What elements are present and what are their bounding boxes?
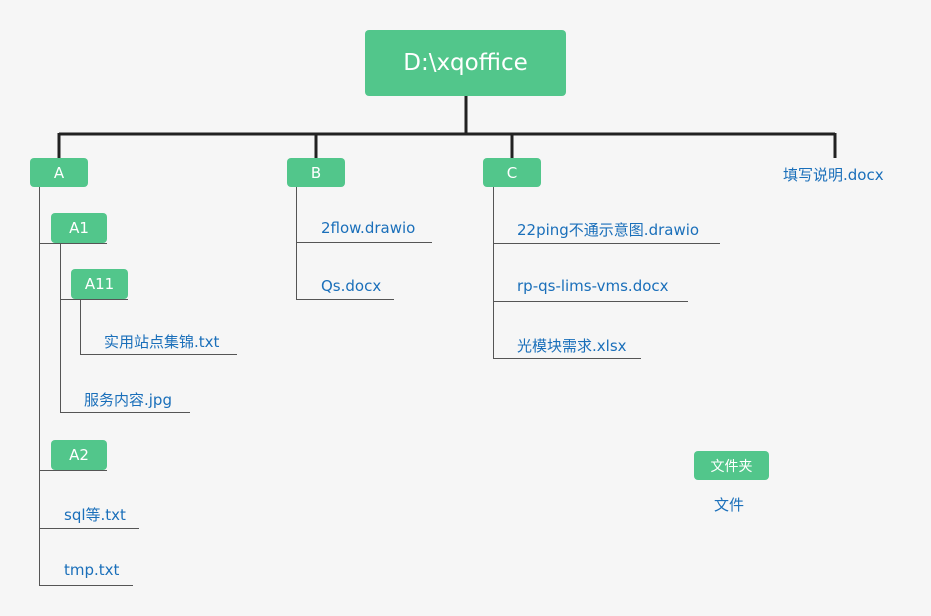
folder-node-b[interactable]: B xyxy=(287,158,345,187)
file-a2-tmp-txt[interactable]: tmp.txt xyxy=(64,561,119,579)
legend-folder-label: 文件夹 xyxy=(710,458,753,475)
folder-label-a: A xyxy=(53,163,65,182)
file-readme-docx[interactable]: 填写说明.docx xyxy=(783,164,884,185)
file-b-qs-docx[interactable]: Qs.docx xyxy=(321,277,381,295)
folder-label-a11: A11 xyxy=(84,275,115,293)
folder-label-a1: A1 xyxy=(69,219,89,237)
file-a11-sites-txt[interactable]: 实用站点集锦.txt xyxy=(104,331,219,352)
file-c-optical-xlsx[interactable]: 光模块需求.xlsx xyxy=(517,335,627,356)
folder-label-a2: A2 xyxy=(69,446,89,464)
file-a2-sql-txt[interactable]: sql等.txt xyxy=(64,504,126,525)
legend-file-label: 文件 xyxy=(714,496,745,514)
folder-node-a[interactable]: A xyxy=(30,158,88,187)
folder-node-a2[interactable]: A2 xyxy=(51,440,107,470)
file-c-ping-drawio[interactable]: 22ping不通示意图.drawio xyxy=(517,219,699,240)
file-b-flow-drawio[interactable]: 2flow.drawio xyxy=(321,219,415,237)
file-c-rp-docx[interactable]: rp-qs-lims-vms.docx xyxy=(517,277,669,295)
folder-label-c: C xyxy=(506,163,518,182)
folder-node-c[interactable]: C xyxy=(483,158,541,187)
root-folder-node[interactable]: D:\xqoffice xyxy=(365,30,566,96)
folder-node-a1[interactable]: A1 xyxy=(51,213,107,243)
folder-label-b: B xyxy=(310,163,322,182)
legend-folder-swatch: 文件夹 xyxy=(694,451,769,480)
folder-node-a11[interactable]: A11 xyxy=(71,269,128,299)
root-folder-label: D:\xqoffice xyxy=(403,50,528,76)
file-a1-services-jpg[interactable]: 服务内容.jpg xyxy=(84,389,172,410)
